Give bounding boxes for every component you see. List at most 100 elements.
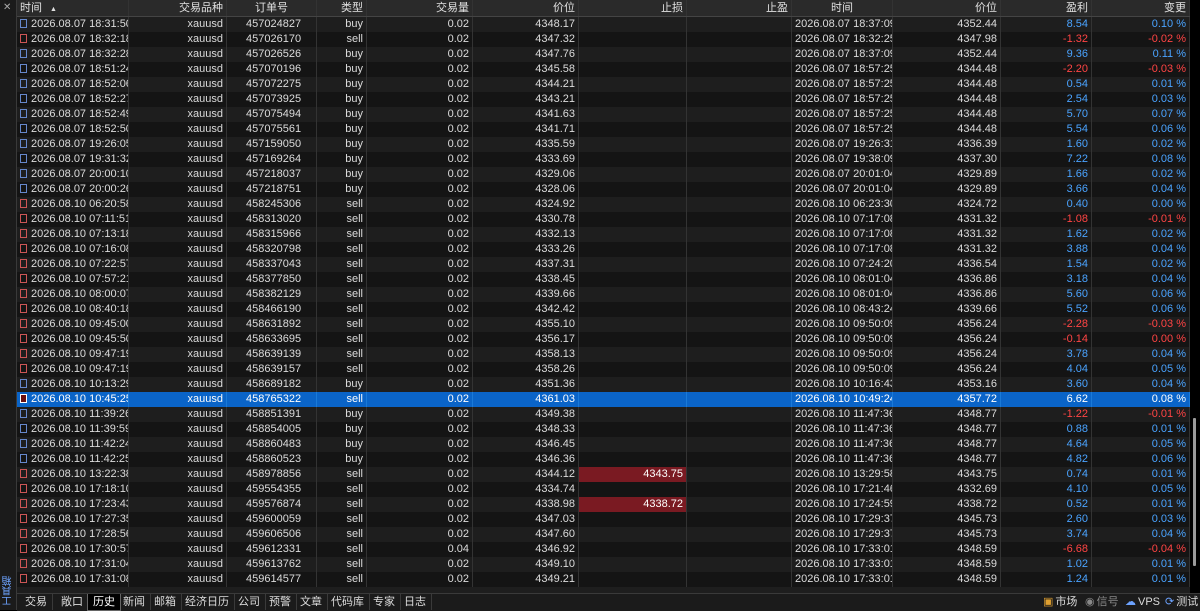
table-row[interactable]: 2026.08.10 06:20:58 xauusd 458245306 sell 0.…	[17, 197, 1190, 212]
table-row[interactable]: 2026.08.10 11:39:59 xauusd 458854005 buy 0.0…	[17, 422, 1190, 437]
table-row[interactable]: 2026.08.07 18:31:50 xauusd 457024827 buy 0.0…	[17, 17, 1190, 32]
table-row[interactable]: 2026.08.10 11:42:24 xauusd 458860483 buy 0.0…	[17, 437, 1190, 452]
column-header-open-time[interactable]: 时间 ▲	[17, 0, 129, 16]
column-header-ticket[interactable]: 订单号	[227, 0, 317, 16]
cell-profit: 3.60	[1001, 377, 1092, 392]
cell-type: sell	[317, 197, 367, 212]
table-row[interactable]: 2026.08.07 18:51:24 xauusd 457070196 buy 0.0…	[17, 62, 1190, 77]
table-row[interactable]: 2026.08.10 07:13:18 xauusd 458315966 sell 0.…	[17, 227, 1190, 242]
table-row[interactable]: 2026.08.10 07:11:51 xauusd 458313020 sell 0.…	[17, 212, 1190, 227]
cell-profit: 6.62	[1001, 392, 1092, 407]
cell-stop-loss	[579, 227, 687, 242]
column-header-profit[interactable]: 盈利	[1001, 0, 1092, 16]
table-row[interactable]: 2026.08.10 17:27:35 xauusd 459600059 sell 0.…	[17, 512, 1190, 527]
table-row[interactable]: 2026.08.10 08:40:18 xauusd 458466190 sell 0.…	[17, 302, 1190, 317]
table-row[interactable]: 2026.08.10 17:28:56 xauusd 459606506 sell 0.…	[17, 527, 1190, 542]
cell-close-price: 4332.69	[893, 482, 1001, 497]
tab-6[interactable]: 公司	[233, 594, 266, 610]
column-header-take-profit[interactable]: 止盈	[687, 0, 792, 16]
table-row[interactable]: 2026.08.10 17:18:10 xauusd 459554355 sell 0.…	[17, 482, 1190, 497]
cell-volume: 0.02	[367, 257, 473, 272]
table-row[interactable]: 2026.08.10 09:47:19 xauusd 458639157 sell 0.…	[17, 362, 1190, 377]
cell-open-time: 2026.08.10 17:31:08	[17, 572, 129, 587]
table-row[interactable]: 2026.08.10 09:45:50 xauusd 458633695 sell 0.…	[17, 332, 1190, 347]
table-row[interactable]: 2026.08.10 13:22:38 xauusd 458978856 sell 0.…	[17, 467, 1190, 482]
tab-1[interactable]: 敞口	[56, 594, 89, 610]
table-row[interactable]: 2026.08.07 18:52:49 xauusd 457075494 buy 0.0…	[17, 107, 1190, 122]
cell-change: 0.04 %	[1092, 527, 1190, 542]
table-row[interactable]: 2026.08.07 20:00:10 xauusd 457218037 buy 0.0…	[17, 167, 1190, 182]
cell-close-time: 2026.08.10 11:47:36	[792, 437, 893, 452]
cell-close-price: 4336.39	[893, 137, 1001, 152]
tab-2[interactable]: 历史	[87, 594, 121, 611]
table-row[interactable]: 2026.08.10 10:45:25 xauusd 458765322 sell 0.…	[17, 392, 1190, 407]
cell-volume: 0.04	[367, 542, 473, 557]
close-icon[interactable]: ✕	[3, 2, 11, 13]
table-row[interactable]: 2026.08.10 11:42:25 xauusd 458860523 buy 0.0…	[17, 452, 1190, 467]
cell-close-price: 4352.44	[893, 47, 1001, 62]
cell-take-profit	[687, 137, 792, 152]
cell-ticket: 458689182	[227, 377, 317, 392]
table-row[interactable]: 2026.08.10 08:00:07 xauusd 458382129 sell 0.…	[17, 287, 1190, 302]
table-row[interactable]: 2026.08.10 07:16:08 xauusd 458320798 sell 0.…	[17, 242, 1190, 257]
vertical-scrollbar[interactable]	[1190, 0, 1200, 593]
buy-order-icon	[20, 184, 27, 193]
column-header-change[interactable]: 变更	[1092, 0, 1190, 16]
table-row[interactable]: 2026.08.07 18:52:06 xauusd 457072275 buy 0.0…	[17, 77, 1190, 92]
tab-8[interactable]: 文章	[295, 594, 328, 610]
table-row[interactable]: 2026.08.10 11:39:26 xauusd 458851391 buy 0.0…	[17, 407, 1190, 422]
tab-7[interactable]: 预警	[264, 594, 297, 610]
tab-4[interactable]: 邮箱	[149, 594, 182, 610]
tab-3[interactable]: 新闻	[118, 594, 151, 610]
column-header-symbol[interactable]: 交易品种	[129, 0, 227, 16]
cell-ticket: 459606506	[227, 527, 317, 542]
table-row[interactable]: 2026.08.07 18:32:28 xauusd 457026526 buy 0.0…	[17, 47, 1190, 62]
tab-10[interactable]: 专家	[368, 594, 401, 610]
cell-change: 0.04 %	[1092, 377, 1190, 392]
tab-0[interactable]: 交易	[20, 594, 53, 610]
scrollbar-thumb[interactable]	[1193, 418, 1196, 566]
table-row[interactable]: 2026.08.07 18:32:18 xauusd 457026170 sell 0.…	[17, 32, 1190, 47]
table-row[interactable]: 2026.08.10 07:57:21 xauusd 458377850 sell 0.…	[17, 272, 1190, 287]
cell-take-profit	[687, 167, 792, 182]
cell-stop-loss	[579, 512, 687, 527]
column-header-volume[interactable]: 交易量	[367, 0, 473, 16]
table-row[interactable]: 2026.08.07 18:52:50 xauusd 457075561 buy 0.0…	[17, 122, 1190, 137]
cell-stop-loss	[579, 317, 687, 332]
table-row[interactable]: 2026.08.07 19:31:32 xauusd 457169264 buy 0.0…	[17, 152, 1190, 167]
cell-stop-loss	[579, 167, 687, 182]
market-status[interactable]: ▣ 市场	[1043, 594, 1077, 610]
table-row[interactable]: 2026.08.10 17:31:08 xauusd 459614577 sell 0.…	[17, 572, 1190, 587]
tab-11[interactable]: 日志	[399, 594, 432, 610]
table-row[interactable]: 2026.08.10 10:13:29 xauusd 458689182 buy 0.0…	[17, 377, 1190, 392]
cell-open-price: 4339.66	[473, 287, 579, 302]
table-row[interactable]: 2026.08.10 17:23:43 xauusd 459576874 sell 0.…	[17, 497, 1190, 512]
signals-status[interactable]: ◉ 信号	[1085, 594, 1119, 610]
cell-ticket: 457075494	[227, 107, 317, 122]
table-row[interactable]: 2026.08.10 09:47:19 xauusd 458639139 sell 0.…	[17, 347, 1190, 362]
table-row[interactable]: 2026.08.10 09:45:00 xauusd 458631892 sell 0.…	[17, 317, 1190, 332]
tester-icon: ⟳	[1165, 596, 1175, 608]
column-header-close-time[interactable]: 时间	[792, 0, 893, 16]
column-header-open-price[interactable]: 价位	[473, 0, 579, 16]
table-row[interactable]: 2026.08.10 17:31:04 xauusd 459613762 sell 0.…	[17, 557, 1190, 572]
column-header-stop-loss[interactable]: 止损	[579, 0, 687, 16]
vps-status[interactable]: ☁ VPS	[1125, 594, 1160, 610]
cell-volume: 0.02	[367, 392, 473, 407]
table-row[interactable]: 2026.08.07 20:00:26 xauusd 457218751 buy 0.0…	[17, 182, 1190, 197]
cell-symbol: xauusd	[129, 242, 227, 257]
cell-close-price: 4336.86	[893, 287, 1001, 302]
table-row[interactable]: 2026.08.10 17:30:57 xauusd 459612331 sell 0.…	[17, 542, 1190, 557]
tab-9[interactable]: 代码库	[326, 594, 370, 610]
table-row[interactable]: 2026.08.07 18:52:27 xauusd 457073925 buy 0.0…	[17, 92, 1190, 107]
tab-5[interactable]: 经济日历	[180, 594, 235, 610]
toolbox-label[interactable]: 工具箱	[1, 576, 16, 606]
cell-open-price: 4341.71	[473, 122, 579, 137]
cell-close-time: 2026.08.10 10:16:43	[792, 377, 893, 392]
table-row[interactable]: 2026.08.10 07:22:57 xauusd 458337043 sell 0.…	[17, 257, 1190, 272]
table-row[interactable]: 2026.08.07 19:26:05 xauusd 457159050 buy 0.0…	[17, 137, 1190, 152]
column-header-close-price[interactable]: 价位	[893, 0, 1001, 16]
column-header-type[interactable]: 类型	[317, 0, 367, 16]
cell-close-time: 2026.08.07 18:32:25	[792, 32, 893, 47]
tester-status[interactable]: ⟳ 测试	[1165, 594, 1198, 610]
